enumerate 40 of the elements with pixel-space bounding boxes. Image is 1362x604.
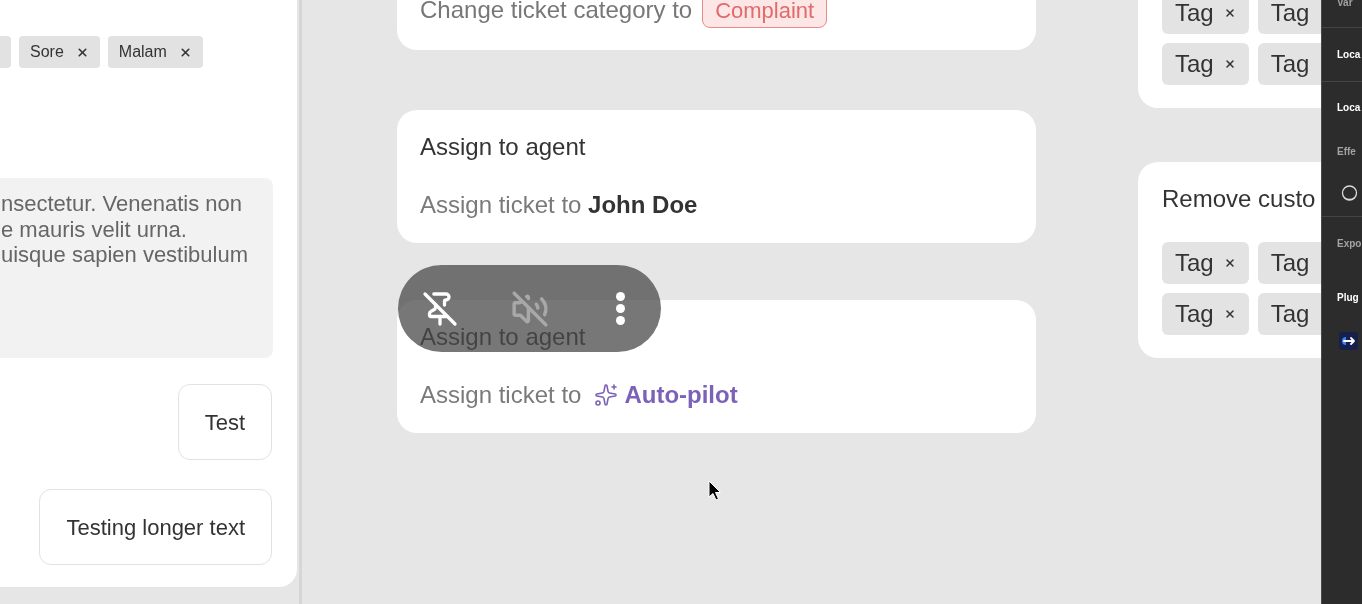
section-heading: Plug [1337, 292, 1359, 304]
tag-label: Tag [1175, 302, 1214, 326]
close-icon[interactable] [1223, 308, 1236, 320]
option-button[interactable]: Test [177, 384, 272, 460]
tag-label: Tag [1270, 251, 1310, 275]
tag-label: Malam [118, 42, 167, 62]
action-description: Change ticket category to [420, 0, 693, 23]
close-icon[interactable] [178, 45, 192, 59]
assignee-name: Auto-pilot [624, 381, 738, 409]
tag-label: Tag [1175, 52, 1214, 76]
pin-off-icon [422, 290, 458, 327]
section-label: Expo [1337, 238, 1362, 250]
tag-label: Tag [1175, 251, 1214, 275]
action-description: Assign ticket to John Doe [420, 191, 698, 219]
mouse-pointer-icon [708, 480, 722, 501]
action-description: Assign ticket to [420, 381, 582, 409]
tag-label: Tag [1270, 302, 1310, 326]
tag-chip [0, 36, 11, 68]
card-title: Assign to agent [420, 133, 586, 161]
option-button[interactable]: Testing longer text [39, 489, 272, 565]
tag-label: Tag [1270, 1, 1310, 25]
tag-label: Tag [1175, 1, 1214, 25]
section-label: Effe [1337, 146, 1356, 158]
close-icon[interactable] [1223, 7, 1236, 19]
tag-label: Tag [1270, 52, 1310, 76]
card-title: Remove custo [1162, 185, 1316, 213]
more-icon [615, 292, 625, 325]
section-heading: Loca [1337, 102, 1361, 114]
tag-label: Sore [30, 42, 64, 62]
close-icon[interactable] [75, 45, 89, 59]
section-label: Var [1337, 0, 1353, 9]
close-icon[interactable] [1223, 257, 1236, 269]
circle-icon[interactable] [1341, 184, 1358, 202]
text-area[interactable]: nsectetur. Venenatis non e mauris velit urna. uisque sapien vestibulum [0, 178, 273, 358]
close-icon[interactable] [1223, 58, 1236, 70]
category-badge: Complaint [702, 0, 828, 28]
volume-off-icon [511, 289, 549, 328]
section-heading: Loca [1337, 48, 1361, 61]
sparkle-icon [594, 383, 619, 407]
arrow-tile-icon[interactable] [1339, 332, 1358, 350]
